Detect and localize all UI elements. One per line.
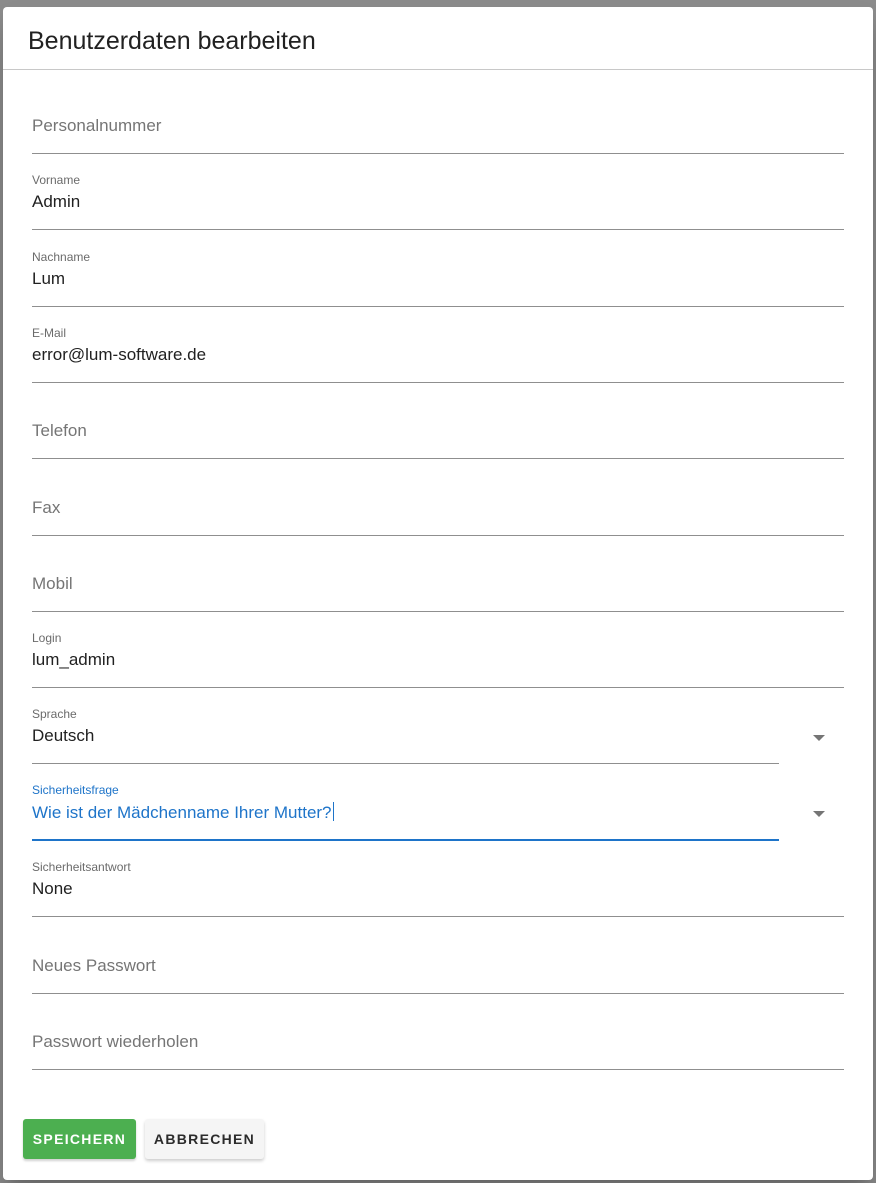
field-underline <box>32 916 844 917</box>
fax-field[interactable]: Fax <box>32 466 844 536</box>
edit-user-dialog: Benutzerdaten bearbeiten Personalnummer … <box>3 7 873 1180</box>
sicherheitsfrage-select[interactable]: Sicherheitsfrage Wie ist der Mädchenname… <box>32 770 844 841</box>
email-label: E-Mail <box>32 326 67 340</box>
sicherheitsfrage-label: Sicherheitsfrage <box>32 783 119 797</box>
personalnummer-field[interactable]: Personalnummer <box>32 84 844 154</box>
arrow-drop-down-icon[interactable] <box>813 735 825 741</box>
passwort-wiederholen-placeholder: Passwort wiederholen <box>32 1032 199 1051</box>
sicherheitsfrage-text: Wie ist der Mädchenname Ihrer Mutter? <box>32 803 332 822</box>
login-input[interactable]: lum_admin <box>32 650 115 670</box>
save-button[interactable]: SPEICHERN <box>23 1119 136 1159</box>
field-underline <box>32 535 844 536</box>
login-field[interactable]: Login lum_admin <box>32 618 844 688</box>
field-underline <box>32 1069 844 1070</box>
neues-passwort-placeholder: Neues Passwort <box>32 956 156 975</box>
field-underline <box>32 993 844 994</box>
email-field[interactable]: E-Mail error@lum-software.de <box>32 313 844 383</box>
field-underline <box>32 611 844 612</box>
dialog-header: Benutzerdaten bearbeiten <box>3 7 873 70</box>
vorname-field[interactable]: Vorname Admin <box>32 160 844 230</box>
vorname-label: Vorname <box>32 173 81 187</box>
sicherheitsantwort-input[interactable]: None <box>32 879 73 899</box>
nachname-field[interactable]: Nachname Lum <box>32 237 844 307</box>
text-cursor <box>332 802 334 821</box>
email-input[interactable]: error@lum-software.de <box>32 345 206 365</box>
field-underline <box>32 763 779 764</box>
nachname-input[interactable]: Lum <box>32 269 65 289</box>
field-underline <box>32 687 844 688</box>
sicherheitsantwort-field[interactable]: Sicherheitsantwort None <box>32 847 844 917</box>
field-underline <box>32 458 844 459</box>
telefon-field[interactable]: Telefon <box>32 389 844 459</box>
field-underline-focused <box>32 839 779 841</box>
sicherheitsfrage-value[interactable]: Wie ist der Mädchenname Ihrer Mutter? <box>32 802 334 823</box>
login-label: Login <box>32 631 62 645</box>
sprache-value[interactable]: Deutsch <box>32 726 94 746</box>
sprache-label: Sprache <box>32 707 77 721</box>
mobil-placeholder: Mobil <box>32 574 73 593</box>
field-underline <box>32 306 844 307</box>
telefon-placeholder: Telefon <box>32 421 87 440</box>
dialog-title: Benutzerdaten bearbeiten <box>28 27 316 55</box>
field-underline <box>32 229 844 230</box>
personalnummer-placeholder: Personalnummer <box>32 116 162 135</box>
passwort-wiederholen-field[interactable]: Passwort wiederholen <box>32 1000 844 1070</box>
field-underline <box>32 153 844 154</box>
cancel-button[interactable]: ABBRECHEN <box>145 1119 264 1159</box>
fax-placeholder: Fax <box>32 498 61 517</box>
neues-passwort-field[interactable]: Neues Passwort <box>32 924 844 994</box>
mobil-field[interactable]: Mobil <box>32 542 844 612</box>
arrow-drop-down-icon[interactable] <box>813 811 825 817</box>
nachname-label: Nachname <box>32 250 91 264</box>
sicherheitsantwort-label: Sicherheitsantwort <box>32 860 131 874</box>
sprache-select[interactable]: Sprache Deutsch <box>32 694 844 764</box>
vorname-input[interactable]: Admin <box>32 192 80 212</box>
field-underline <box>32 382 844 383</box>
